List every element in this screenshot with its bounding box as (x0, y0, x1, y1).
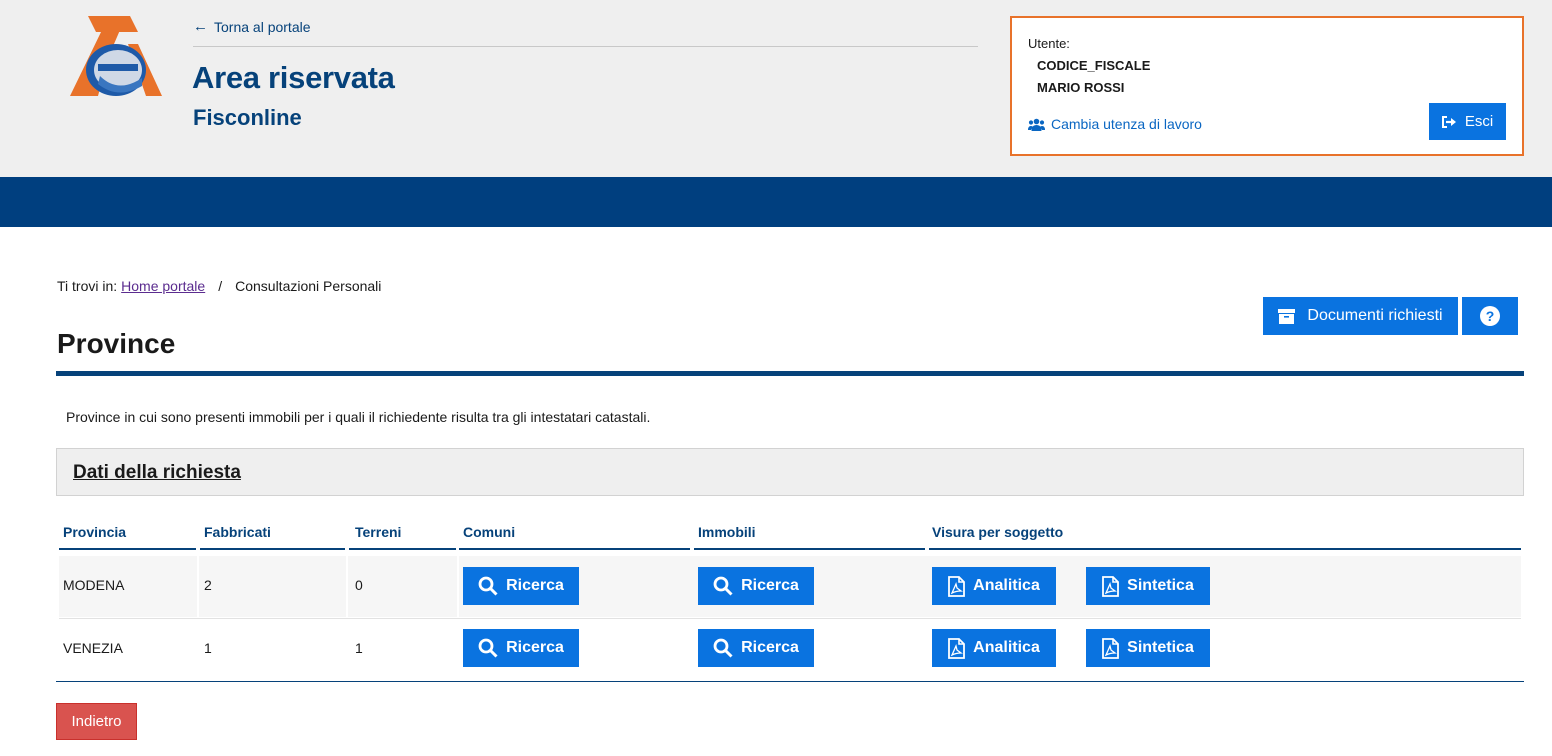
request-data-panel[interactable]: Dati della richiesta (56, 448, 1524, 496)
header-visura: Visura per soggetto (932, 524, 1064, 540)
header-underline (694, 548, 925, 550)
breadcrumb-home-link[interactable]: Home portale (121, 278, 205, 294)
file-pdf-icon (948, 575, 966, 597)
request-data-title[interactable]: Dati della richiesta (73, 462, 241, 484)
immobili-search-button[interactable]: Ricerca (698, 629, 814, 667)
header-terreni: Terreni (355, 524, 402, 540)
back-link-label: Torna al portale (214, 18, 311, 35)
file-pdf-icon (1102, 637, 1120, 659)
header-underline (459, 548, 690, 550)
users-icon (1028, 118, 1045, 131)
documents-requested-button[interactable]: Documenti richiesti (1263, 297, 1458, 335)
visura-sintetica-button[interactable]: Sintetica (1086, 629, 1210, 667)
cell-terreni: 1 (355, 640, 363, 656)
user-panel: Utente: CODICE_FISCALE MARIO ROSSI Cambi… (1010, 16, 1524, 156)
arrow-left-icon: ← (193, 18, 208, 35)
header-immobili: Immobili (698, 524, 756, 540)
immobili-search-button[interactable]: Ricerca (698, 567, 814, 605)
button-label: Ricerca (741, 639, 799, 656)
header-provincia: Provincia (63, 524, 127, 540)
button-label: Analitica (973, 577, 1040, 594)
cell-provincia: VENEZIA (63, 640, 123, 656)
header-comuni: Comuni (463, 524, 516, 540)
exit-label: Esci (1464, 113, 1494, 130)
cell-provincia: MODENA (63, 577, 125, 593)
svg-text:?: ? (1486, 308, 1495, 324)
documents-label: Documenti richiesti (1307, 307, 1443, 324)
column-divider (346, 556, 348, 617)
header-underline (200, 548, 345, 550)
file-pdf-icon (948, 637, 966, 659)
agenzia-entrate-logo[interactable] (68, 14, 164, 100)
change-user-label: Cambia utenza di lavoro (1051, 116, 1202, 132)
button-label: Analitica (973, 639, 1040, 656)
search-icon (478, 576, 498, 596)
button-label: Sintetica (1127, 639, 1194, 656)
file-pdf-icon (1102, 575, 1120, 597)
breadcrumb-prefix: Ti trovi in: (57, 278, 118, 294)
visura-analitica-button[interactable]: Analitica (932, 629, 1056, 667)
breadcrumb-current: Consultazioni Personali (235, 278, 382, 294)
comuni-search-button[interactable]: Ricerca (463, 629, 579, 667)
search-icon (478, 638, 498, 658)
cell-fabbricati: 1 (204, 640, 212, 656)
button-label: Ricerca (506, 639, 564, 656)
archive-icon (1278, 308, 1296, 324)
navigation-band (0, 177, 1552, 227)
header-underline (59, 548, 196, 550)
search-icon (713, 576, 733, 596)
exit-button[interactable]: Esci (1429, 103, 1506, 140)
title-rule (56, 371, 1524, 376)
question-circle-icon: ? (1480, 306, 1500, 326)
site-header: ← Torna al portale Area riservata Fiscon… (0, 0, 1552, 177)
header-fabbricati: Fabbricati (204, 524, 271, 540)
column-divider (457, 556, 459, 617)
user-codice-fiscale: CODICE_FISCALE (1037, 58, 1151, 73)
help-button[interactable]: ? (1462, 297, 1518, 335)
page-title: Province (57, 328, 176, 359)
breadcrumb-separator: / (218, 278, 223, 294)
change-user-link[interactable]: Cambia utenza di lavoro (1028, 116, 1202, 132)
breadcrumb: Ti trovi in: Home portale / Consultazion… (57, 278, 381, 294)
table-bottom-rule (56, 681, 1524, 682)
header-divider (193, 46, 978, 47)
visura-analitica-button[interactable]: Analitica (932, 567, 1056, 605)
cell-terreni: 0 (355, 577, 363, 593)
column-divider (197, 556, 199, 617)
back-button[interactable]: Indietro (56, 703, 137, 740)
visura-sintetica-button[interactable]: Sintetica (1086, 567, 1210, 605)
cell-fabbricati: 2 (204, 577, 212, 593)
area-subtitle: Fisconline (193, 105, 302, 130)
button-label: Sintetica (1127, 577, 1194, 594)
back-to-portal-link[interactable]: ← Torna al portale (193, 18, 311, 35)
button-label: Ricerca (506, 577, 564, 594)
search-icon (713, 638, 733, 658)
user-label: Utente: (1028, 36, 1070, 51)
page-description: Province in cui sono presenti immobili p… (66, 409, 651, 425)
user-name: MARIO ROSSI (1037, 80, 1125, 95)
header-underline (929, 548, 1521, 550)
comuni-search-button[interactable]: Ricerca (463, 567, 579, 605)
area-title: Area riservata (192, 60, 395, 95)
sign-out-icon (1441, 115, 1456, 128)
button-label: Ricerca (741, 577, 799, 594)
header-underline (349, 548, 456, 550)
